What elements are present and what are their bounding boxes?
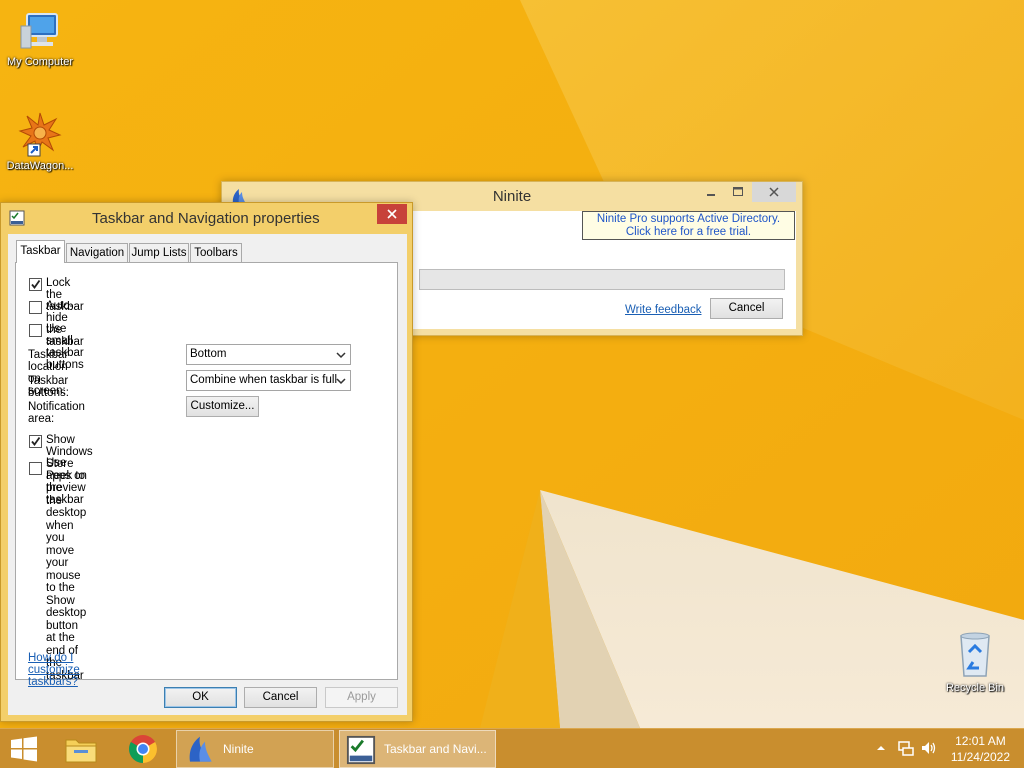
datawagon-icon [18,112,62,157]
taskbar-properties-icon [346,735,376,765]
checkbox[interactable] [29,435,42,448]
file-explorer-icon [65,739,97,763]
volume-button[interactable] [920,739,938,757]
show-hidden-icons-icon [877,746,885,750]
cancel-button[interactable]: Cancel [244,687,317,708]
close-button[interactable] [752,182,796,202]
checkbox[interactable] [29,324,42,337]
desktop-icon-label: DataWagon... [6,160,74,172]
notification-area-label: Notification area: [28,401,85,425]
peek-line-1: Use Peek to preview the desktop when you… [46,457,87,594]
promo-line-2: Click here for a free trial. [625,226,752,238]
desktop-icon-recycle-bin[interactable]: Recycle Bin [935,630,1015,694]
desktop-icon-label: Recycle Bin [945,682,1005,694]
volume-icon [922,742,936,754]
recycle-bin-icon [960,632,990,677]
clock-date: 11/24/2022 [950,750,1010,764]
taskbar-task-taskbar-properties[interactable]: Taskbar and Navi... [339,730,496,768]
ninite-pro-promo[interactable]: Ninite Pro supports Active Directory. Cl… [582,211,795,240]
close-button[interactable] [377,204,407,224]
taskbar-buttons-label: Taskbar buttons: [28,375,69,399]
taskbar: Ninite Taskbar and Navi... 12:01 AM 11/2… [0,728,1024,768]
start-button[interactable] [0,730,48,768]
desktop-icon-my-computer[interactable]: My Computer [0,8,80,68]
computer-icon [20,13,58,49]
customize-button[interactable]: Customize... [186,396,259,417]
network-icon [898,741,914,756]
tab-taskbar[interactable]: Taskbar [16,240,65,263]
ninite-cancel-button[interactable]: Cancel [710,298,783,319]
show-hidden-icons-button[interactable] [874,741,888,755]
checkbox[interactable] [29,301,42,314]
task-label: Taskbar and Navi... [384,742,487,756]
minimize-button[interactable] [700,182,722,202]
tab-toolbars[interactable]: Toolbars [190,243,242,263]
help-link[interactable]: How do I customize taskbars? [28,652,80,688]
tab-jump-lists[interactable]: Jump Lists [129,243,189,263]
close-icon [387,209,397,219]
checkbox[interactable] [29,278,42,291]
file-explorer-button[interactable] [56,730,106,768]
chrome-button[interactable] [118,730,168,768]
apply-button[interactable]: Apply [325,687,398,708]
close-icon [769,187,779,197]
taskbar-task-ninite[interactable]: Ninite [176,730,334,768]
desktop-icon-label: My Computer [6,56,74,68]
promo-line-1: Ninite Pro supports Active Directory. [596,213,781,225]
task-label: Ninite [223,742,254,756]
desktop-icon-datawagon[interactable]: DataWagon... [0,112,80,172]
tab-navigation[interactable]: Navigation [66,243,128,263]
network-button[interactable] [897,739,915,757]
taskbar-buttons-value: Combine when taskbar is full [190,374,338,386]
progress-bar [419,269,785,290]
clock-time: 12:01 AM [955,734,1006,748]
maximize-icon [733,187,743,196]
ok-button[interactable]: OK [164,687,237,708]
location-select[interactable]: Bottom [186,344,351,365]
ninite-icon [189,736,212,762]
check-icon [31,436,41,446]
taskbar-properties-title: Taskbar and Navigation properties [92,210,320,227]
clock[interactable]: 12:01 AM 11/24/2022 [951,733,1010,765]
peek-checkbox[interactable]: Use Peek to preview the desktop when you… [29,457,86,682]
checkbox[interactable] [29,462,42,475]
maximize-button[interactable] [727,182,749,202]
minimize-icon [707,194,715,196]
chevron-down-icon [336,352,346,359]
taskbar-buttons-select[interactable]: Combine when taskbar is full [186,370,351,391]
write-feedback-link[interactable]: Write feedback [625,304,702,316]
start-icon [11,736,37,762]
chevron-down-icon [336,378,346,385]
check-icon [31,279,41,289]
checkbox-label: Use Peek to preview the desktop when you… [46,457,86,682]
location-value: Bottom [190,348,227,360]
chrome-icon [129,735,157,763]
